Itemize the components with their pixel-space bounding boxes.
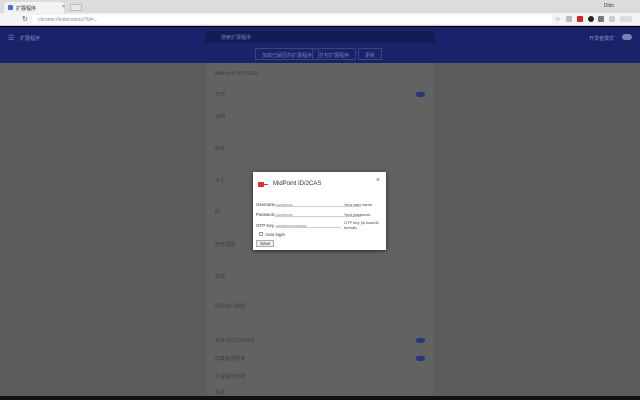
options-dialog: MidPoint ID/2CAS × Username Your user na… <box>253 172 386 250</box>
close-icon[interactable]: × <box>376 177 380 184</box>
row-on: 开启 <box>215 92 226 98</box>
dev-mode-label: 开发者模式 <box>588 36 614 42</box>
page-title: 扩展程序 <box>20 36 41 42</box>
extension-icon[interactable] <box>566 16 572 22</box>
profile-name[interactable]: Ditto <box>604 3 614 9</box>
dialog-title: MidPoint ID/2CAS <box>273 181 322 187</box>
password-hint: Your password <box>344 212 371 217</box>
row-description: 说明 <box>215 114 226 120</box>
extension-icon[interactable] <box>598 16 604 22</box>
auto-login-checkbox[interactable] <box>259 232 263 236</box>
row-file-urls: 允许访问文件网址 <box>215 338 256 344</box>
update-button[interactable]: 更新 <box>358 48 383 60</box>
password-label: Password <box>256 212 276 217</box>
extensions-header: ☰ 扩展程序 搜索扩展程序 开发者模式 加载已解压的扩展程序 打包扩展程序 更新 <box>0 27 640 63</box>
otp-key-label: OTP Key <box>256 223 275 228</box>
pack-extension-button[interactable]: 打包扩展程序 <box>312 48 357 60</box>
save-button[interactable]: Save <box>256 240 275 247</box>
reload-icon[interactable]: ↻ <box>22 15 28 23</box>
hamburger-icon[interactable]: ☰ <box>8 34 14 42</box>
row-inspect-views: 检查视图 <box>215 242 236 248</box>
username-hint: Your user name <box>344 202 373 207</box>
row-collect-errors: 收集各项错误 <box>215 356 246 362</box>
extension-icon[interactable] <box>588 16 594 22</box>
file-urls-toggle[interactable] <box>416 338 425 343</box>
load-unpacked-button[interactable]: 加载已解压的扩展程序 <box>255 48 320 60</box>
row-options[interactable]: 扩展程序选项 <box>215 373 245 380</box>
row-version: 版本 <box>215 146 226 152</box>
enable-toggle[interactable] <box>416 92 425 97</box>
row-permissions: 权限 <box>215 274 226 280</box>
midpoint-extension-icon[interactable] <box>577 16 583 22</box>
collect-errors-toggle[interactable] <box>416 356 425 361</box>
tab-close-icon[interactable]: × <box>62 4 65 10</box>
menu-icon[interactable] <box>620 16 632 22</box>
dev-mode-toggle[interactable] <box>622 34 632 40</box>
extension-icon[interactable] <box>609 16 615 22</box>
logo-mark <box>264 184 268 185</box>
otp-key-input[interactable] <box>275 223 341 228</box>
new-tab-button[interactable] <box>70 4 82 11</box>
otp-key-hint: OTP key (in base32 format) <box>344 220 380 230</box>
bottom-bar <box>0 396 640 400</box>
tab-extensions[interactable]: 扩展程序 <box>4 2 64 13</box>
row-id: ID <box>215 209 220 215</box>
row-size: 大小 <box>215 178 226 184</box>
username-label: Username <box>256 202 277 207</box>
tab-bar: 扩展程序 × Ditto <box>0 0 640 13</box>
row-site-access: 网站访问权限 <box>215 304 246 310</box>
search-input[interactable]: 搜索扩展程序 <box>205 31 435 43</box>
row-source: 来源 <box>215 390 226 396</box>
puzzle-icon <box>8 5 13 10</box>
back-title[interactable]: MidPoint OTP/CAS <box>215 71 258 77</box>
url-input[interactable]: chrome://extensions/?id=... <box>32 15 552 24</box>
address-bar: ↻ chrome://extensions/?id=... ☆ <box>0 13 640 26</box>
star-icon[interactable]: ☆ <box>555 16 561 23</box>
auto-login-label: Auto login <box>265 232 286 237</box>
